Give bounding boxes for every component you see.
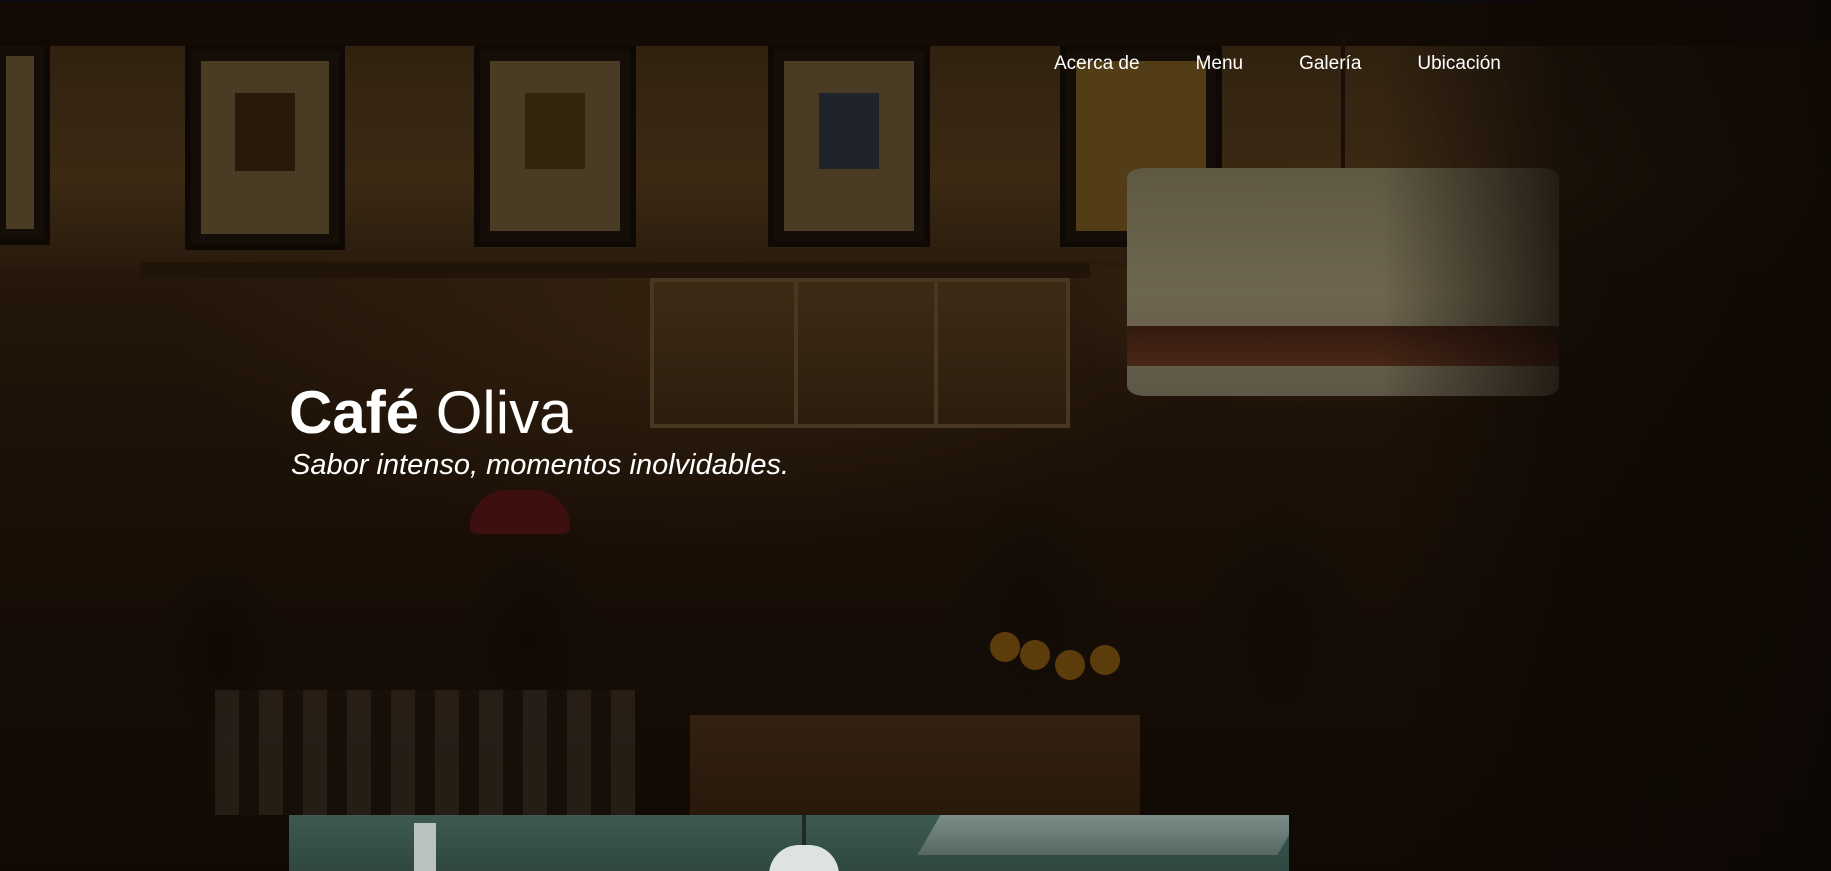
main-nav: Acerca de Menu Galería Ubicación <box>1054 50 1501 78</box>
site-title-bold: Café <box>289 379 420 446</box>
pendant-cord <box>802 815 806 845</box>
ventilation-duct <box>917 815 1289 855</box>
nav-link-menu[interactable]: Menu <box>1196 50 1244 78</box>
dark-overlay <box>0 0 1831 871</box>
pendant-light <box>769 845 839 871</box>
nav-link-location[interactable]: Ubicación <box>1417 50 1500 78</box>
next-section-image <box>289 815 1289 871</box>
nav-link-gallery[interactable]: Galería <box>1299 50 1361 78</box>
site-title-regular: Oliva <box>435 379 573 446</box>
site-tagline: Sabor intenso, momentos inolvidables. <box>291 449 790 481</box>
nav-link-about[interactable]: Acerca de <box>1054 50 1140 78</box>
light-fixture <box>414 823 436 871</box>
site-title: Café Oliva <box>289 378 572 448</box>
hero-background-photo <box>0 0 1831 871</box>
